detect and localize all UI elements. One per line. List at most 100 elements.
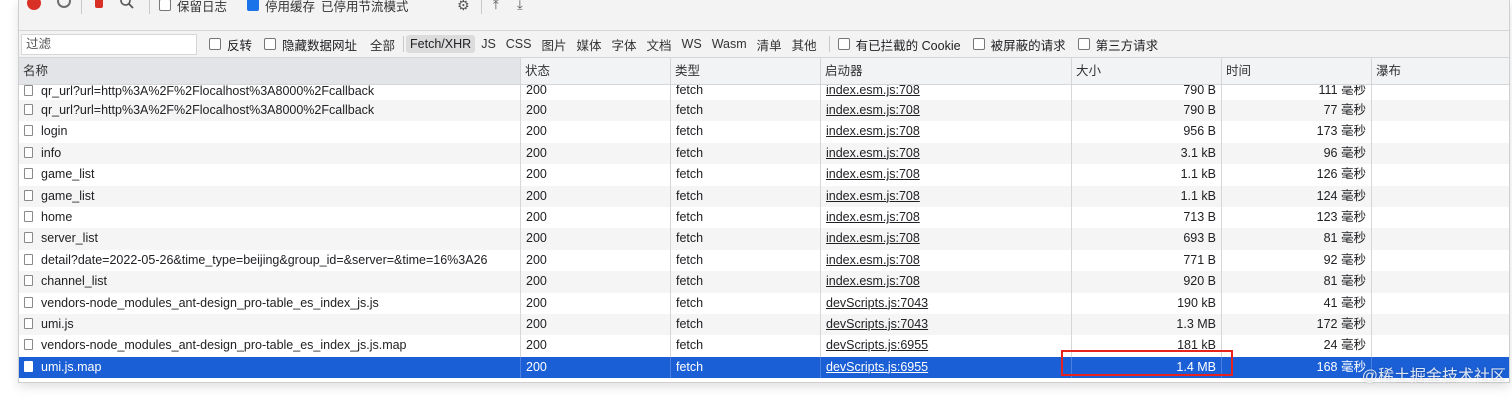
type-filter-fetch-xhr[interactable]: Fetch/XHR xyxy=(406,35,476,53)
import-har-icon[interactable]: ⤒ xyxy=(493,0,499,16)
column-header-status[interactable]: 状态 xyxy=(521,58,671,84)
type-filter-css[interactable]: CSS xyxy=(502,35,536,53)
request-status-cell: 200 xyxy=(521,313,671,336)
request-type: fetch xyxy=(676,188,704,203)
request-time-cell: 111 毫秒 xyxy=(1222,85,1372,100)
table-row[interactable]: vendors-node_modules_ant-design_pro-tabl… xyxy=(19,292,1509,314)
request-status-cell: 200 xyxy=(521,185,671,207)
request-size-cell: 956 B xyxy=(1072,121,1222,143)
disable-cache-checkbox[interactable]: 停用缓存 xyxy=(247,0,315,16)
type-filter-media[interactable]: 媒体 xyxy=(573,33,606,56)
type-filter-font[interactable]: 字体 xyxy=(608,33,641,56)
filter-divider xyxy=(828,36,830,52)
column-header-initiator[interactable]: 启动器 xyxy=(821,58,1072,84)
request-time-cell: 172 毫秒 xyxy=(1222,313,1372,336)
preserve-log-checkbox[interactable]: 保留日志 xyxy=(159,0,227,16)
request-time: 168 毫秒 xyxy=(1316,359,1366,374)
request-time-cell: 81 毫秒 xyxy=(1222,271,1372,293)
request-initiator[interactable]: devScripts.js:6955 xyxy=(826,338,928,352)
request-initiator[interactable]: index.esm.js:708 xyxy=(826,146,920,160)
request-size: 190 kB xyxy=(1177,295,1216,310)
column-header-waterfall[interactable]: 瀑布 xyxy=(1372,58,1509,84)
checkbox-box[interactable] xyxy=(972,38,985,50)
column-header-name[interactable]: 名称 xyxy=(19,58,521,84)
request-time-cell: 123 毫秒 xyxy=(1222,206,1372,229)
filter-icon[interactable] xyxy=(95,0,103,8)
table-row[interactable]: game_list 200 fetch index.esm.js:708 1.1 kB 1… xyxy=(19,164,1509,186)
request-time: 24 毫秒 xyxy=(1323,338,1366,353)
filter-input[interactable] xyxy=(21,33,197,55)
type-filter-js[interactable]: JS xyxy=(477,35,500,53)
request-initiator[interactable]: index.esm.js:708 xyxy=(826,210,920,224)
request-type: fetch xyxy=(676,359,704,374)
request-initiator[interactable]: index.esm.js:708 xyxy=(826,231,920,245)
checkbox-box[interactable] xyxy=(837,38,850,50)
clear-icon[interactable] xyxy=(57,0,71,8)
request-initiator-cell: index.esm.js:708 xyxy=(821,206,1072,229)
table-row[interactable]: umi.js 200 fetch devScripts.js:7043 1.3 MB 17… xyxy=(19,313,1509,336)
request-initiator[interactable]: index.esm.js:708 xyxy=(826,189,920,203)
request-initiator[interactable]: devScripts.js:6955 xyxy=(826,360,928,374)
table-row[interactable]: home 200 fetch index.esm.js:708 713 B 123 毫秒 xyxy=(19,206,1509,229)
column-header-size[interactable]: 大小 xyxy=(1072,58,1222,84)
request-initiator[interactable]: devScripts.js:7043 xyxy=(826,296,928,310)
table-row[interactable]: vendors-node_modules_ant-design_pro-tabl… xyxy=(19,335,1509,357)
record-icon[interactable] xyxy=(27,0,41,10)
checkbox-box[interactable] xyxy=(264,38,277,50)
request-name: qr_url?url=http%3A%2F%2Flocalhost%3A8000… xyxy=(41,103,375,117)
column-header-time[interactable]: 时间 xyxy=(1222,58,1372,84)
checkbox-box[interactable] xyxy=(247,0,259,11)
request-size: 1.4 MB xyxy=(1176,359,1216,374)
request-initiator[interactable]: index.esm.js:708 xyxy=(826,85,920,97)
throttling-select[interactable]: 已停用节流模式 xyxy=(321,0,409,16)
invert-label: 反转 xyxy=(227,38,253,53)
request-size: 1.3 MB xyxy=(1176,316,1216,331)
request-name-cell: channel_list xyxy=(19,271,521,293)
request-name: vendors-node_modules_ant-design_pro-tabl… xyxy=(41,295,379,310)
table-row[interactable]: umi.js.map 200 fetch devScripts.js:6955 1.4 … xyxy=(19,356,1509,379)
type-filter-manifest[interactable]: 清单 xyxy=(753,33,786,56)
blocked-requests-checkbox[interactable]: 被屏蔽的请求 xyxy=(972,35,1066,54)
table-row[interactable]: qr_url?url=http%3A%2F%2Flocalhost%3A8000… xyxy=(19,85,1509,100)
request-status-cell: 200 xyxy=(521,142,671,165)
column-header-type[interactable]: 类型 xyxy=(671,58,821,84)
request-initiator[interactable]: index.esm.js:708 xyxy=(826,103,920,117)
blocked-cookies-checkbox[interactable]: 有已拦截的 Cookie xyxy=(837,35,961,54)
type-filter-ws[interactable]: WS xyxy=(678,35,706,53)
type-filter-wasm[interactable]: Wasm xyxy=(708,35,751,53)
request-initiator[interactable]: index.esm.js:708 xyxy=(826,167,920,181)
request-initiator[interactable]: index.esm.js:708 xyxy=(826,274,920,288)
hide-data-urls-checkbox[interactable]: 隐藏数据网址 xyxy=(264,35,357,54)
request-time: 41 毫秒 xyxy=(1323,295,1366,310)
table-row[interactable]: info 200 fetch index.esm.js:708 3.1 kB 96 毫秒 xyxy=(19,142,1509,165)
table-row[interactable]: qr_url?url=http%3A%2F%2Flocalhost%3A8000… xyxy=(19,100,1509,122)
checkbox-box[interactable] xyxy=(159,0,171,11)
type-filter-all[interactable]: 全部 xyxy=(366,33,399,56)
request-type-cell: fetch xyxy=(671,292,821,314)
network-conditions-icon[interactable]: ⚙ xyxy=(457,0,470,16)
type-filter-img[interactable]: 图片 xyxy=(537,33,570,56)
invert-checkbox[interactable]: 反转 xyxy=(209,35,252,54)
checkbox-box[interactable] xyxy=(1077,38,1090,50)
file-icon xyxy=(24,317,33,329)
request-size-cell: 790 B xyxy=(1072,85,1222,100)
request-status-cell: 200 xyxy=(521,85,671,100)
third-party-checkbox[interactable]: 第三方请求 xyxy=(1077,35,1158,54)
type-filter-doc[interactable]: 文档 xyxy=(643,33,676,56)
search-icon[interactable] xyxy=(119,0,135,10)
table-row[interactable]: channel_list 200 fetch index.esm.js:708 920 … xyxy=(19,271,1509,293)
type-filter-other[interactable]: 其他 xyxy=(788,33,821,56)
watermark: @稀土掘金技术社区 xyxy=(1361,368,1506,385)
request-waterfall-cell xyxy=(1372,293,1509,314)
checkbox-box[interactable] xyxy=(209,38,221,50)
table-row[interactable]: game_list 200 fetch index.esm.js:708 1.1 kB 1… xyxy=(19,185,1509,207)
network-toolbar: 保留日志 停用缓存 已停用节流模式 ⚙ ⤒ ⤓ xyxy=(19,0,1509,31)
export-har-icon[interactable]: ⤓ xyxy=(517,0,523,16)
table-row[interactable]: login 200 fetch index.esm.js:708 956 B 173 毫秒 xyxy=(19,121,1509,143)
request-initiator[interactable]: index.esm.js:708 xyxy=(826,124,920,138)
request-initiator[interactable]: devScripts.js:7043 xyxy=(826,317,928,331)
request-name: vendors-node_modules_ant-design_pro-tabl… xyxy=(41,338,407,353)
table-row[interactable]: server_list 200 fetch index.esm.js:708 693 B… xyxy=(19,228,1509,250)
table-row[interactable]: detail?date=2022-05-26&time_type=beijing… xyxy=(19,249,1509,272)
request-initiator[interactable]: index.esm.js:708 xyxy=(826,253,920,267)
